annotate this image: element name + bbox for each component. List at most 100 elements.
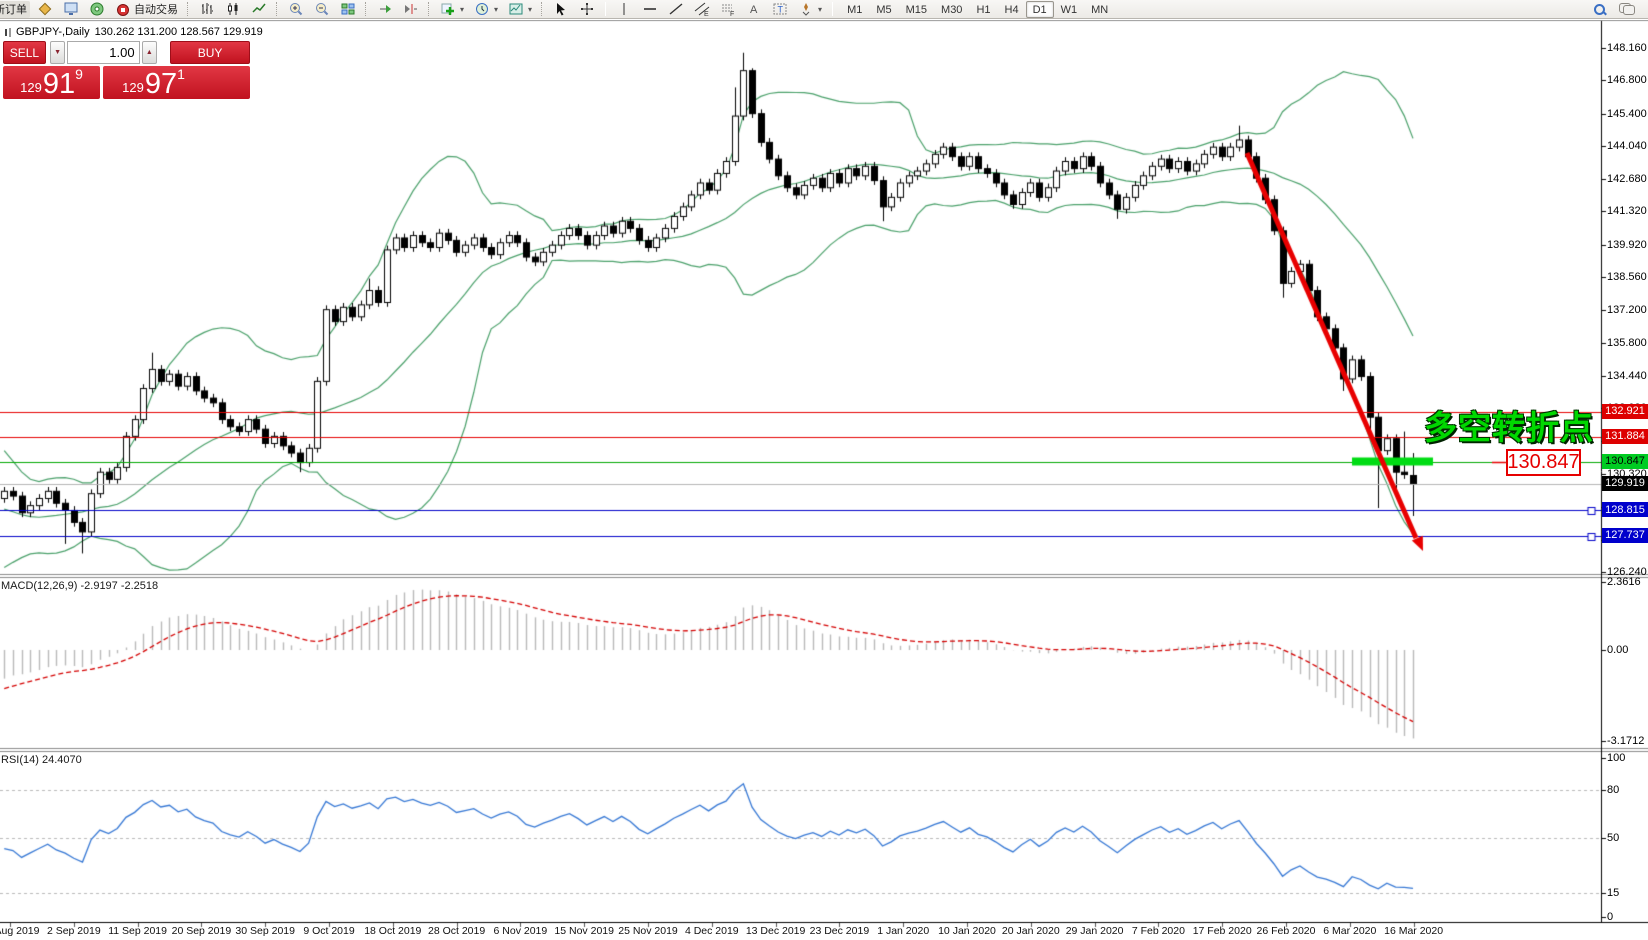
date-axis-label[interactable]: 13 Dec 2019 <box>746 925 806 937</box>
date-axis-label[interactable]: 25 Nov 2019 <box>618 925 678 937</box>
date-axis-label[interactable]: 6 Mar 2020 <box>1323 925 1376 937</box>
volume-increase-stepper[interactable]: ▲ <box>142 41 158 64</box>
channel-button[interactable]: E <box>691 1 713 18</box>
date-axis-label[interactable]: 29 Jan 2020 <box>1066 925 1124 937</box>
rsi-axis-label: 80 <box>1607 784 1619 796</box>
date-axis-label[interactable]: 20 Jan 2020 <box>1002 925 1060 937</box>
volume-decrease-stepper[interactable]: ▼ <box>50 41 66 64</box>
candlestick-chart-button[interactable] <box>222 1 244 18</box>
search-button[interactable] <box>1591 1 1608 18</box>
date-axis-label[interactable]: 23 Dec 2019 <box>810 925 870 937</box>
zoom-out-button[interactable] <box>311 1 333 18</box>
timeframe-m30[interactable]: M30 <box>934 1 969 18</box>
candlestick-chart-icon <box>225 1 241 17</box>
buy-price-display[interactable]: 129 97 1 <box>103 66 250 99</box>
one-click-trading-panel: SELL ▼ 1.00 ▲ BUY 129 91 9 129 97 1 <box>3 41 250 99</box>
search-icon <box>1594 4 1605 15</box>
timeframe-m15[interactable]: M15 <box>899 1 934 18</box>
date-axis-label[interactable]: 16 Mar 2020 <box>1384 925 1443 937</box>
date-axis-label[interactable]: 20 Sep 2019 <box>172 925 232 937</box>
date-axis-label[interactable]: 22 Aug 2019 <box>0 925 39 937</box>
date-axis-label[interactable]: 6 Nov 2019 <box>494 925 548 937</box>
date-axis-label[interactable]: 9 Oct 2019 <box>303 925 354 937</box>
autotrading-label: 自动交易 <box>134 1 178 17</box>
periods-button[interactable]: ▾ <box>471 1 501 18</box>
community-chat-button[interactable] <box>1616 1 1638 18</box>
tile-windows-button[interactable] <box>337 1 359 18</box>
date-axis-label[interactable]: 28 Oct 2019 <box>428 925 485 937</box>
trendline-icon <box>668 1 684 17</box>
price-level-badge[interactable]: 131.884 <box>1602 429 1648 444</box>
tile-windows-icon <box>340 1 356 17</box>
svg-text:T: T <box>778 5 784 15</box>
date-axis-label[interactable]: 26 Feb 2020 <box>1257 925 1316 937</box>
arrow-symbols-icon <box>798 1 814 17</box>
date-axis-label[interactable]: 17 Feb 2020 <box>1193 925 1252 937</box>
timeframe-h4[interactable]: H4 <box>998 1 1026 18</box>
indicators-button[interactable]: ▾ <box>437 1 467 18</box>
price-level-badge[interactable]: 130.847 <box>1602 454 1648 469</box>
new-order-icon-button[interactable] <box>34 1 56 18</box>
timeframe-w1[interactable]: W1 <box>1054 1 1085 18</box>
bar-chart-icon <box>199 1 215 17</box>
timeframe-mn[interactable]: MN <box>1084 1 1115 18</box>
timeframe-m5[interactable]: M5 <box>869 1 898 18</box>
sell-price-figure: 129 <box>20 81 42 97</box>
buy-price-point: 1 <box>177 67 185 81</box>
timeframe-d1[interactable]: D1 <box>1026 1 1054 18</box>
date-axis-label[interactable]: 10 Jan 2020 <box>938 925 996 937</box>
turning-point-annotation[interactable]: 多空转折点 <box>1424 401 1594 449</box>
vertical-line-button[interactable] <box>613 1 635 18</box>
line-chart-button[interactable] <box>248 1 270 18</box>
price-chart-canvas[interactable] <box>0 20 1648 940</box>
svg-text:F: F <box>730 11 734 17</box>
navigator-button[interactable] <box>86 1 108 18</box>
horizontal-line-button[interactable] <box>639 1 661 18</box>
buy-button[interactable]: BUY <box>170 41 250 64</box>
auto-scroll-button[interactable] <box>374 1 396 18</box>
date-axis-label[interactable]: 4 Dec 2019 <box>685 925 739 937</box>
timeframe-h1[interactable]: H1 <box>969 1 997 18</box>
text-label-button[interactable]: T <box>769 1 791 18</box>
equidistant-channel-icon: E <box>694 1 710 17</box>
timeframe-m1[interactable]: M1 <box>840 1 869 18</box>
date-axis-label[interactable]: 18 Oct 2019 <box>364 925 421 937</box>
svg-text:A: A <box>750 4 758 16</box>
label-t-icon: T <box>772 1 788 17</box>
volume-input[interactable]: 1.00 <box>67 41 139 64</box>
bar-chart-button[interactable] <box>196 1 218 18</box>
fibonacci-button[interactable]: F <box>717 1 739 18</box>
sell-button[interactable]: SELL <box>3 41 46 64</box>
autotrading-button[interactable]: 自动交易 <box>112 1 181 18</box>
indicators-plus-icon <box>440 1 456 17</box>
templates-button[interactable]: ▾ <box>505 1 535 18</box>
autotrading-icon <box>115 1 131 17</box>
chart-shift-icon <box>403 1 419 17</box>
cursor-button[interactable] <box>550 1 572 18</box>
price-level-badge[interactable]: 128.815 <box>1602 502 1648 517</box>
date-axis-label[interactable]: 15 Nov 2019 <box>554 925 614 937</box>
date-axis-label[interactable]: 1 Jan 2020 <box>877 925 929 937</box>
market-watch-button[interactable] <box>60 1 82 18</box>
sell-price-display[interactable]: 129 91 9 <box>3 66 100 99</box>
price-level-badge[interactable]: 132.921 <box>1602 404 1648 419</box>
main-toolbar: 新订单 自动交易 <box>0 0 1648 19</box>
arrows-button[interactable]: ▾ <box>795 1 825 18</box>
chart-window: GBPJPY-,Daily 130.262 131.200 128.567 12… <box>0 20 1648 940</box>
zoom-in-button[interactable] <box>285 1 307 18</box>
toolbar-grip <box>187 2 190 16</box>
crosshair-button[interactable] <box>576 1 598 18</box>
text-button[interactable]: A <box>743 1 765 18</box>
price-callout-box[interactable]: 130.847 <box>1506 449 1581 476</box>
toolbar-grip <box>276 2 279 16</box>
price-tick-label: 148.160 <box>1607 42 1647 54</box>
new-order-button[interactable]: 新订单 <box>0 1 30 18</box>
date-axis-label[interactable]: 7 Feb 2020 <box>1132 925 1185 937</box>
date-axis-label[interactable]: 30 Sep 2019 <box>235 925 295 937</box>
trendline-button[interactable] <box>665 1 687 18</box>
date-axis-label[interactable]: 2 Sep 2019 <box>47 925 101 937</box>
date-axis-label[interactable]: 11 Sep 2019 <box>108 925 167 937</box>
chart-shift-button[interactable] <box>400 1 422 18</box>
monitor-icon <box>63 1 79 17</box>
price-level-badge[interactable]: 127.737 <box>1602 528 1648 543</box>
